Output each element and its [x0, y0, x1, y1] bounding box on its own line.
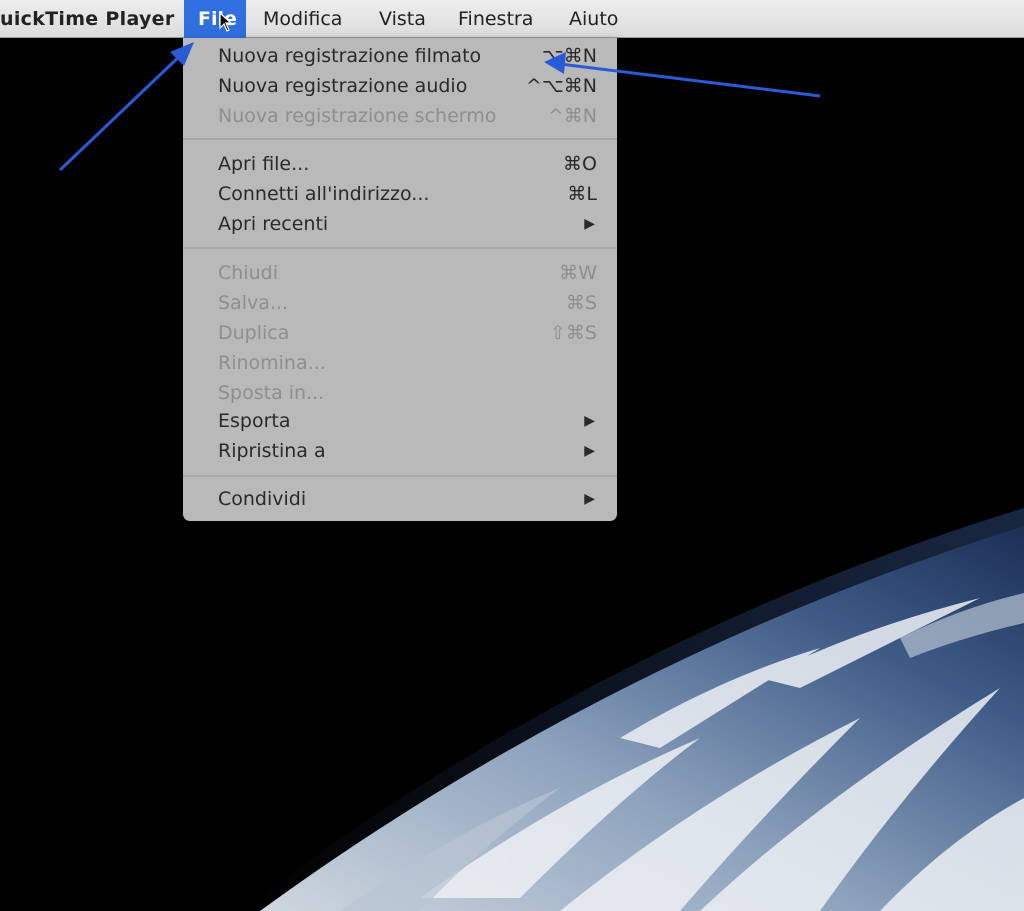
menu-item-label: Ripristina a: [218, 440, 326, 462]
menu-item-export[interactable]: Esporta ▶: [183, 406, 617, 436]
menu-item-label: Duplica: [218, 322, 290, 344]
menu-item-save: Salva... ⌘S: [183, 288, 617, 318]
menu-item-label: Apri file...: [218, 153, 310, 175]
menu-item-shortcut: ⌘W: [559, 262, 597, 284]
menu-file[interactable]: File: [184, 0, 246, 38]
menu-item-shortcut: ⇧⌘S: [550, 322, 597, 344]
menu-item-shortcut: ^⌥⌘N: [525, 75, 597, 97]
menu-vista[interactable]: Vista: [379, 0, 426, 38]
menu-item-shortcut: ⌘O: [563, 153, 597, 175]
menu-finestra[interactable]: Finestra: [458, 0, 533, 38]
menu-item-new-screen-recording: Nuova registrazione schermo ^⌘N: [183, 101, 617, 131]
menu-item-label: Nuova registrazione filmato: [218, 45, 482, 67]
menu-item-open-location[interactable]: Connetti all'indirizzo... ⌘L: [183, 179, 617, 209]
menu-item-new-movie-recording[interactable]: Nuova registrazione filmato ⌥⌘N: [183, 41, 617, 71]
menu-item-label: Salva...: [218, 292, 288, 314]
menu-item-label: Rinomina...: [218, 352, 326, 374]
mouse-cursor-icon: [219, 12, 233, 32]
menu-item-label: Sposta in...: [218, 382, 325, 404]
menu-item-move-to: Sposta in...: [183, 378, 617, 408]
menu-item-new-audio-recording[interactable]: Nuova registrazione audio ^⌥⌘N: [183, 71, 617, 101]
menu-separator: [183, 475, 617, 477]
menu-item-duplicate: Duplica ⇧⌘S: [183, 318, 617, 348]
menu-item-revert-to[interactable]: Ripristina a ▶: [183, 436, 617, 466]
menu-item-label: Chiudi: [218, 262, 278, 284]
submenu-arrow-icon: ▶: [584, 491, 595, 507]
menu-aiuto[interactable]: Aiuto: [569, 0, 618, 38]
menu-item-label: Connetti all'indirizzo...: [218, 183, 430, 205]
menu-item-label: Nuova registrazione audio: [218, 75, 468, 97]
menu-separator: [183, 247, 617, 249]
menu-item-rename: Rinomina...: [183, 348, 617, 378]
submenu-arrow-icon: ▶: [584, 413, 595, 429]
menu-item-shortcut: ⌥⌘N: [541, 45, 597, 67]
menu-separator: [183, 138, 617, 140]
menu-item-label: Condividi: [218, 488, 307, 510]
menu-item-share[interactable]: Condividi ▶: [183, 484, 617, 514]
file-dropdown-menu: Nuova registrazione filmato ⌥⌘N Nuova re…: [183, 38, 617, 521]
submenu-arrow-icon: ▶: [584, 216, 595, 232]
menu-item-label: Esporta: [218, 410, 291, 432]
menu-item-label: Nuova registrazione schermo: [218, 105, 497, 127]
submenu-arrow-icon: ▶: [584, 443, 595, 459]
menu-item-label: Apri recenti: [218, 213, 329, 235]
menu-item-open-file[interactable]: Apri file... ⌘O: [183, 149, 617, 179]
menu-app-name[interactable]: uickTime Player: [0, 0, 175, 38]
menu-item-shortcut: ⌘S: [565, 292, 597, 314]
menu-item-close: Chiudi ⌘W: [183, 258, 617, 288]
menu-bar: uickTime Player File Modifica Vista Fine…: [0, 0, 1024, 38]
menu-item-shortcut: ^⌘N: [547, 105, 597, 127]
menu-item-shortcut: ⌘L: [567, 183, 597, 205]
menu-item-open-recent[interactable]: Apri recenti ▶: [183, 209, 617, 239]
menu-modifica[interactable]: Modifica: [263, 0, 342, 38]
